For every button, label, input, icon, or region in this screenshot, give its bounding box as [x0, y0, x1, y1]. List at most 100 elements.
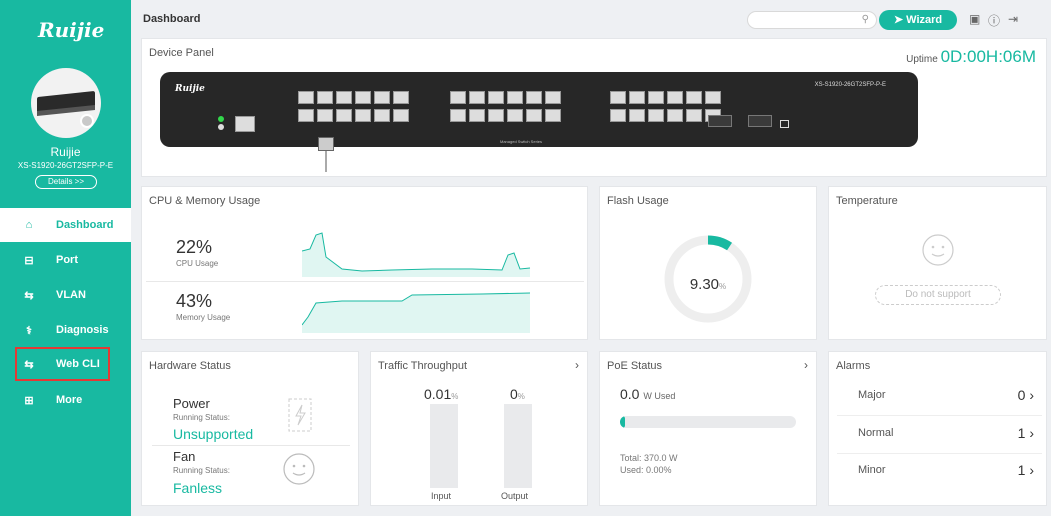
alarm-name: Minor — [858, 464, 886, 476]
sidebar-item-more[interactable]: ⊞ More — [0, 383, 131, 417]
switch-port[interactable] — [667, 109, 683, 122]
switch-port[interactable] — [374, 109, 390, 122]
sidebar-item-label: Dashboard — [56, 219, 114, 231]
memory-usage-label: Memory Usage — [176, 313, 231, 322]
sidebar-item-label: Port — [56, 254, 78, 266]
sidebar-item-label: Diagnosis — [56, 324, 109, 336]
switch-port[interactable] — [648, 91, 664, 104]
switch-port[interactable] — [317, 109, 333, 122]
switch-port[interactable] — [336, 91, 352, 104]
poe-usage-fill — [620, 416, 626, 428]
more-icon: ⊞ — [24, 394, 34, 407]
switch-port[interactable] — [507, 109, 523, 122]
switch-port[interactable] — [610, 109, 626, 122]
output-value: 0% — [510, 386, 525, 402]
temperature-card: Temperature Do not support — [828, 186, 1047, 340]
power-name: Power — [173, 396, 210, 411]
switch-port[interactable] — [705, 91, 721, 104]
poe-status-card: PoE Status › 0.0 W Used Total: 370.0 W U… — [599, 351, 817, 506]
page-title: Dashboard — [143, 13, 201, 25]
switch-port[interactable] — [686, 109, 702, 122]
switch-port[interactable] — [686, 91, 702, 104]
flash-usage-unit: % — [719, 282, 727, 291]
sfp-port-25[interactable] — [708, 115, 732, 127]
switch-port[interactable] — [355, 109, 371, 122]
switch-port[interactable] — [629, 109, 645, 122]
alarm-row-major[interactable]: Major 0 › — [837, 379, 1042, 416]
poe-total: Total: 370.0 W — [620, 453, 678, 463]
power-status: Unsupported — [173, 426, 254, 442]
switch-port[interactable] — [355, 91, 371, 104]
poe-used-unit: W Used — [643, 391, 676, 401]
switch-port[interactable] — [526, 91, 542, 104]
alarms-card: Alarms Major 0 › Normal 1 › Minor 1 › — [828, 351, 1047, 506]
port-group-6[interactable] — [610, 109, 721, 122]
switch-port[interactable] — [469, 109, 485, 122]
switch-port[interactable] — [667, 91, 683, 104]
port-group-1[interactable] — [298, 91, 409, 104]
sidebar-item-web-cli[interactable]: ⇆ Web CLI — [15, 347, 110, 381]
sidebar-item-port[interactable]: ⊟ Port — [0, 243, 131, 277]
details-button[interactable]: Details >> — [35, 175, 97, 189]
help-icon[interactable]: ⓘ — [988, 12, 1000, 29]
alarm-row-minor[interactable]: Minor 1 › — [837, 454, 1042, 491]
switch-port[interactable] — [488, 91, 504, 104]
cpu-memory-card: CPU & Memory Usage 22% CPU Usage 43% Mem… — [141, 186, 588, 340]
switch-port[interactable] — [545, 109, 561, 122]
cube-icon[interactable]: ▣ — [969, 12, 980, 26]
switch-port[interactable] — [393, 109, 409, 122]
switch-port[interactable] — [469, 91, 485, 104]
switch-port[interactable] — [648, 109, 664, 122]
search-icon[interactable]: ⚲ — [862, 14, 869, 25]
switch-port[interactable] — [629, 91, 645, 104]
sidebar-item-label: More — [56, 394, 83, 406]
port-group-5[interactable] — [610, 91, 721, 104]
switch-port[interactable] — [507, 91, 523, 104]
port-group-3[interactable] — [450, 91, 561, 104]
switch-port[interactable] — [317, 91, 333, 104]
logout-icon[interactable]: ⇥ — [1008, 12, 1018, 26]
switch-port[interactable] — [336, 109, 352, 122]
console-port[interactable] — [235, 116, 255, 132]
switch-port[interactable] — [298, 109, 314, 122]
chevron-right-icon: › — [1029, 387, 1034, 403]
sidebar: Ruijie Ruijie XS-S1920-26GT2SFP-P-E Deta… — [0, 0, 131, 516]
input-number: 0.01 — [424, 386, 452, 402]
switch-port[interactable] — [545, 91, 561, 104]
search-input[interactable]: ⚲ — [747, 11, 877, 29]
sidebar-item-diagnosis[interactable]: ⚕ Diagnosis — [0, 313, 131, 347]
switch-port[interactable] — [450, 91, 466, 104]
output-number: 0 — [510, 386, 518, 402]
sidebar-item-label: VLAN — [56, 289, 86, 301]
port-group-2[interactable] — [298, 109, 409, 122]
mgmt-port[interactable] — [780, 120, 789, 128]
switch-port[interactable] — [298, 91, 314, 104]
sfp-port-26[interactable] — [748, 115, 772, 127]
switch-port[interactable] — [526, 109, 542, 122]
avatar-edit-icon[interactable] — [80, 114, 94, 128]
traffic-throughput-title: Traffic Throughput — [378, 360, 468, 372]
switch-port[interactable] — [393, 91, 409, 104]
uptime-value: 0D:00H:06M — [940, 47, 1036, 66]
hardware-status-title: Hardware Status — [149, 360, 231, 372]
switch-port[interactable] — [488, 109, 504, 122]
switch-port[interactable] — [610, 91, 626, 104]
alarm-count: 1 › — [1018, 425, 1034, 441]
fan-status: Fanless — [173, 480, 223, 496]
top-bar: Dashboard ⚲ ➤ Wizard ▣ ⓘ ⇥ — [131, 0, 1051, 38]
poe-used-value: 0.0 — [620, 386, 640, 402]
device-name: Ruijie — [50, 145, 81, 159]
sidebar-item-dashboard[interactable]: ⌂ Dashboard — [0, 208, 131, 242]
poe-chevron-right-icon[interactable]: › — [804, 358, 808, 372]
switch-port[interactable] — [450, 109, 466, 122]
web-cli-icon: ⇆ — [24, 358, 34, 371]
sidebar-item-vlan[interactable]: ⇆ VLAN — [0, 278, 131, 312]
alarm-count-value: 0 — [1017, 387, 1026, 403]
traffic-chevron-right-icon[interactable]: › — [575, 358, 579, 372]
uptime: Uptime 0D:00H:06M — [906, 47, 1036, 67]
port-group-4[interactable] — [450, 109, 561, 122]
alarm-count-value: 1 — [1017, 462, 1026, 478]
wizard-button[interactable]: ➤ Wizard — [879, 10, 957, 30]
switch-port[interactable] — [374, 91, 390, 104]
alarm-row-normal[interactable]: Normal 1 › — [837, 417, 1042, 454]
